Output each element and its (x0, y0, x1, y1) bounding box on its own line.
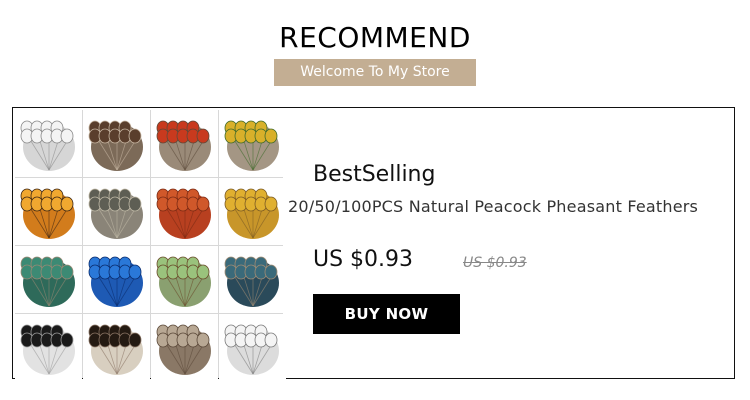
product-image-tile[interactable] (151, 110, 218, 177)
brown-pointed-feather-icon (156, 324, 211, 375)
product-image-tile[interactable] (15, 314, 82, 381)
current-price: US $0.93 (313, 247, 414, 272)
green-scaled-feather-icon (156, 256, 211, 307)
black-brown-scaled-feather-icon (88, 324, 143, 375)
welcome-banner: Welcome To My Store (274, 59, 476, 86)
product-image-tile[interactable] (219, 246, 286, 313)
product-image-tile[interactable] (15, 110, 82, 177)
product-image-grid[interactable] (15, 110, 286, 381)
section-label: BestSelling (313, 162, 436, 187)
page-title: RECOMMEND (279, 21, 471, 54)
orange-barred-feather-icon (20, 188, 75, 239)
product-name[interactable]: 20/50/100PCS Natural Peacock Pheasant Fe… (288, 196, 698, 218)
brown-spotted-feather-icon (88, 120, 143, 171)
product-image-tile[interactable] (83, 314, 150, 381)
original-price: US $0.93 (463, 255, 527, 271)
product-image-tile[interactable] (219, 110, 286, 177)
black-white-feather-icon (20, 324, 75, 375)
product-image-tile[interactable] (151, 314, 218, 381)
yellow-green-feather-icon (224, 120, 279, 171)
white-pointed-feather-icon (224, 324, 279, 375)
product-image-tile[interactable] (219, 178, 286, 245)
product-image-tile[interactable] (15, 178, 82, 245)
blue-peacock-feather-icon (88, 256, 143, 307)
red-tipped-feather-icon (156, 120, 211, 171)
product-image-tile[interactable] (83, 178, 150, 245)
product-image-tile[interactable] (151, 246, 218, 313)
buy-now-button[interactable]: BUY NOW (313, 294, 460, 334)
grey-speckled-feather-icon (88, 188, 143, 239)
red-orange-feather-icon (156, 188, 211, 239)
product-image-tile[interactable] (15, 246, 82, 313)
dark-teal-feather-icon (224, 256, 279, 307)
product-card[interactable] (12, 107, 735, 381)
golden-feather-icon (224, 188, 279, 239)
product-image-tile[interactable] (83, 110, 150, 177)
white-grey-feather-icon (20, 120, 75, 171)
product-image-tile[interactable] (219, 314, 286, 381)
product-image-tile[interactable] (151, 178, 218, 245)
teal-green-feather-icon (20, 256, 75, 307)
product-image-tile[interactable] (83, 246, 150, 313)
